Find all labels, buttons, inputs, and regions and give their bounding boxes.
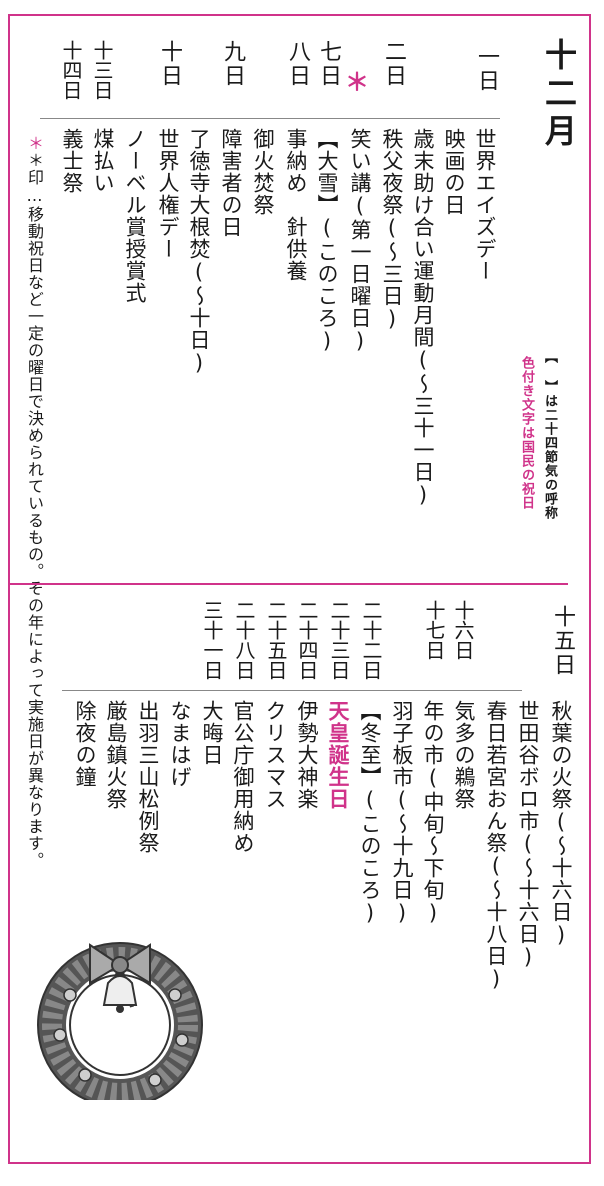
footnote: ＊＊印…移動祝日など一定の曜日で決められているもの。その年によって実施日が異なり… xyxy=(22,135,46,869)
date-label: 十五日 xyxy=(550,605,575,677)
divider-line xyxy=(40,118,500,119)
date-label: 二十三日 xyxy=(327,600,351,680)
date-label: 二十五日 xyxy=(264,600,288,680)
event-item: 世界人権デー xyxy=(156,128,180,260)
event-item: 出羽三山松例祭 xyxy=(136,700,160,854)
date-label: 七日 xyxy=(316,40,341,88)
event-item: 春日若宮おん祭(〜十八日) xyxy=(484,700,508,992)
divider-line xyxy=(62,690,522,691)
event-item: 義士祭 xyxy=(60,128,84,194)
date-label: 三十一日 xyxy=(200,600,224,680)
legend-color-note: 色付き文字は国民の祝日 xyxy=(519,356,534,510)
event-item: 年の市(中旬〜下旬) xyxy=(421,700,445,926)
event-item: 煤払い xyxy=(91,128,115,194)
section-divider xyxy=(8,583,568,585)
date-label: 二十八日 xyxy=(232,600,256,680)
date-label: 十三日 xyxy=(90,40,114,100)
footnote-star: ＊ xyxy=(25,135,44,152)
event-item: 歳末助け合い運動月間(〜三十一日) xyxy=(411,128,435,508)
event-item: 了徳寺大根焚(〜十日) xyxy=(187,128,211,376)
date-label: 九日 xyxy=(220,40,245,88)
event-item: 障害者の日 xyxy=(219,128,243,238)
event-item: 【大雪】(このころ) xyxy=(315,128,339,354)
date-label: 二十二日 xyxy=(359,600,383,680)
date-label: 十七日 xyxy=(422,600,446,660)
star-mark: ＊ xyxy=(345,68,369,96)
event-item: クリスマス xyxy=(263,700,287,810)
footnote-text: ＊印…移動祝日など一定の曜日で決められているもの。その年によって実施日が異なりま… xyxy=(25,152,44,869)
event-item: 事納め 針供養 xyxy=(284,128,308,282)
event-item: 【冬至】(このころ) xyxy=(358,700,382,926)
event-item: ノーベル賞授賞式 xyxy=(123,128,147,304)
event-item: なまはげ xyxy=(168,700,192,788)
event-item: 秩父夜祭(〜三日) xyxy=(380,128,404,332)
date-label: 二日 xyxy=(381,40,406,88)
christmas-wreath-icon xyxy=(30,925,210,1108)
event-item: 世田谷ボロ市(〜十六日) xyxy=(516,700,540,970)
event-item: 除夜の鐘 xyxy=(73,700,97,788)
event-item: 大晦日 xyxy=(200,700,224,766)
event-item: 笑い講(第一日曜日) xyxy=(348,128,372,354)
date-label: 八日 xyxy=(285,40,310,88)
date-label: 十四日 xyxy=(59,40,83,100)
event-item: 映画の日 xyxy=(442,128,466,216)
event-item: 官公庁御用納め xyxy=(231,700,255,854)
event-item: 気多の鵜祭 xyxy=(452,700,476,810)
event-item: 御火焚祭 xyxy=(251,128,275,216)
legend-bracket-note: 【 】は二十四節気の呼称 xyxy=(542,350,557,520)
date-label: 十六日 xyxy=(451,600,475,660)
event-item: 伊勢大神楽 xyxy=(295,700,319,810)
date-label: 十日 xyxy=(157,40,182,88)
date-label: 一日 xyxy=(474,45,499,93)
event-item: 厳島鎮火祭 xyxy=(104,700,128,810)
date-label: 二十四日 xyxy=(295,600,319,680)
event-item: 秋葉の火祭(〜十六日) xyxy=(549,700,573,948)
event-item: 羽子板市(〜十九日) xyxy=(390,700,414,926)
event-item-holiday: 天皇誕生日 xyxy=(326,700,350,810)
event-item: 世界エイズデー xyxy=(473,128,497,282)
month-title: 十二月 xyxy=(540,38,578,152)
